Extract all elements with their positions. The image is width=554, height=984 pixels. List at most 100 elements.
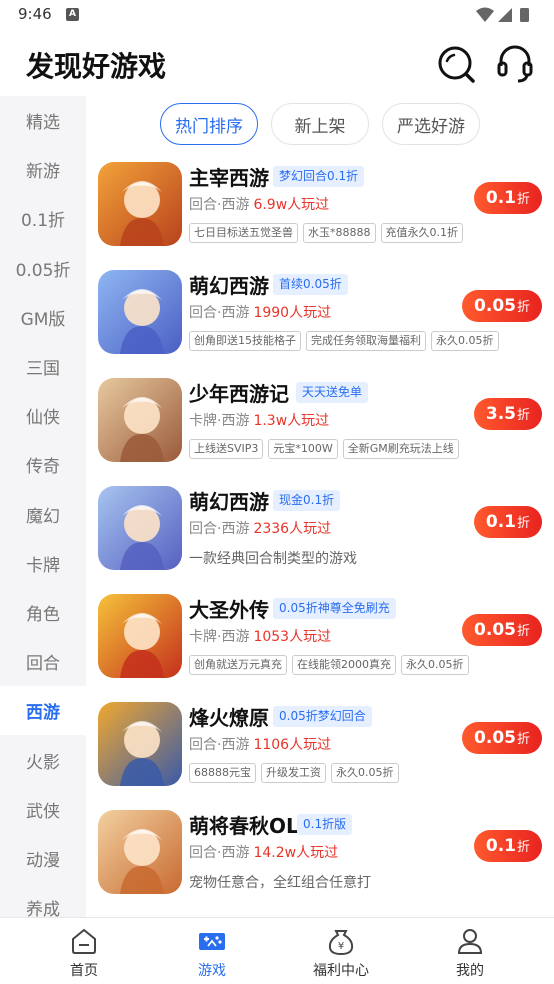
game-icon (98, 162, 182, 246)
game-players: 1990人玩过 (253, 305, 332, 321)
nav-mine[interactable]: 我的 (401, 918, 539, 984)
game-meta: 回合·西游 14.2w人玩过 (189, 842, 338, 862)
game-name: 少年西游记 (189, 382, 289, 406)
game-list-item[interactable]: 主宰西游 梦幻回合0.1折 回合·西游 6.9w人玩过 七日目标送五觉圣兽 水玉*8888… (86, 156, 554, 264)
discount-value: 3.5 (485, 404, 516, 424)
game-genre: 回合·西游 (189, 305, 250, 321)
game-promo-badge: 0.05折神尊全免刷充 (273, 598, 396, 619)
game-list-item[interactable]: 萌幻西游 首续0.05折 回合·西游 1990人玩过 创角即送15技能格子 完成任务领取海… (86, 264, 554, 372)
discount-value: 0.1 (485, 836, 516, 856)
category-sidebar: 精选 新游 0.1折 0.05折 GM版 三国 仙侠 传奇 魔幻 卡牌 角色 回合 西游 火影 武侠 动漫 养成 (0, 96, 86, 917)
game-name: 烽火燎原 (189, 706, 269, 730)
game-promo-badge: 首续0.05折 (273, 274, 348, 295)
game-genre: 回合·西游 (189, 521, 250, 537)
game-tags: 上线送SVIP3 元宝*100W 全新GM刷充玩法上线 (189, 439, 459, 459)
discount-unit: 折 (516, 408, 530, 423)
sidebar-category-item[interactable]: 仙侠 (0, 391, 86, 440)
game-icon (98, 378, 182, 462)
game-icon (98, 702, 182, 786)
wifi-icon (476, 7, 494, 22)
game-players: 1106人玩过 (253, 737, 332, 753)
sidebar-category-item[interactable]: 魔幻 (0, 490, 86, 539)
game-tag: 升级发工资 (261, 763, 326, 783)
game-meta: 回合·西游 2336人玩过 (189, 518, 331, 538)
sidebar-category-item[interactable]: 武侠 (0, 785, 86, 834)
discount-button[interactable]: 0.1折 (473, 182, 542, 214)
nav-games-label: 游戏 (198, 963, 226, 979)
discount-value: 0.1 (485, 188, 516, 208)
svg-text:¥: ¥ (338, 941, 344, 952)
game-players: 14.2w人玩过 (253, 845, 339, 861)
search-icon[interactable] (436, 44, 476, 84)
nav-welfare-label: 福利中心 (313, 963, 369, 979)
game-meta: 回合·西游 6.9w人玩过 (189, 194, 329, 214)
discount-button[interactable]: 0.1折 (473, 506, 542, 538)
sidebar-category-item[interactable]: 西游 (0, 686, 86, 736)
game-tag: 元宝*100W (268, 439, 338, 459)
discount-button[interactable]: 0.1折 (473, 830, 542, 862)
sidebar-category-item[interactable]: 传奇 (0, 440, 86, 489)
customer-service-icon[interactable] (496, 44, 534, 84)
sidebar-category-item[interactable]: 养成 (0, 883, 86, 917)
sidebar-category-item[interactable]: 回合 (0, 637, 86, 686)
home-icon (72, 928, 96, 954)
game-list-item[interactable]: 烽火燎原 0.05折梦幻回合 回合·西游 1106人玩过 68888元宝 升级发工资 永久0… (86, 696, 554, 804)
game-tag: 全新GM刷充玩法上线 (342, 439, 459, 459)
sidebar-category-item[interactable]: 火影 (0, 735, 86, 784)
discount-button[interactable]: 0.05折 (462, 722, 542, 754)
game-meta: 卡牌·西游 1.3w人玩过 (189, 410, 329, 430)
status-time: 9:46 (18, 5, 52, 23)
sidebar-category-item[interactable]: 0.1折 (0, 194, 86, 243)
game-tag: 七日目标送五觉圣兽 (189, 223, 298, 243)
sort-tabs: 热门排序 新上架 严选好游 (86, 96, 554, 156)
nav-welfare-center[interactable]: ¥ 福利中心 (272, 918, 410, 984)
game-meta: 卡牌·西游 1053人玩过 (189, 626, 331, 646)
game-promo-badge: 0.1折版 (297, 814, 353, 835)
game-tags: 创角即送15技能格子 完成任务领取海量福利 永久0.05折 (189, 331, 499, 351)
discount-button[interactable]: 0.05折 (462, 614, 542, 646)
discount-value: 0.05 (474, 296, 516, 316)
game-players: 1.3w人玩过 (253, 413, 330, 429)
game-genre: 卡牌·西游 (189, 413, 250, 429)
sidebar-category-item[interactable]: 0.05折 (0, 244, 86, 293)
game-list-item[interactable]: 萌将春秋OL 0.1折版 回合·西游 14.2w人玩过 宠物任意合，全红组合任意打 0.1… (86, 804, 554, 912)
game-list-item[interactable]: 大圣外传 0.05折神尊全免刷充 卡牌·西游 1053人玩过 创角就送万元真充 在线能领2… (86, 588, 554, 696)
game-name: 萌幻西游 (189, 274, 269, 298)
game-promo-badge: 天天送免单 (296, 382, 369, 403)
sidebar-category-item[interactable]: 精选 (0, 96, 86, 145)
game-genre: 回合·西游 (189, 197, 250, 213)
sidebar-category-item[interactable]: 角色 (0, 588, 86, 637)
game-list: 主宰西游 梦幻回合0.1折 回合·西游 6.9w人玩过 七日目标送五觉圣兽 水玉*8888… (86, 156, 554, 917)
sidebar-category-item[interactable]: 动漫 (0, 834, 86, 883)
sidebar-category-item[interactable]: 新游 (0, 145, 86, 194)
game-tags: 68888元宝 升级发工资 永久0.05折 (189, 763, 399, 783)
sidebar-category-item[interactable]: 卡牌 (0, 539, 86, 588)
game-tag: 永久0.05折 (331, 763, 399, 783)
nav-games[interactable]: 游戏 (143, 918, 281, 984)
game-tag: 创角即送15技能格子 (189, 331, 301, 351)
page-title: 发现好游戏 (26, 50, 167, 83)
discount-button[interactable]: 0.05折 (462, 290, 542, 322)
game-meta: 回合·西游 1990人玩过 (189, 302, 331, 322)
nav-home[interactable]: 首页 (15, 918, 153, 984)
game-list-item[interactable]: 少年西游记 天天送免单 卡牌·西游 1.3w人玩过 上线送SVIP3 元宝*100W 全新G… (86, 372, 554, 480)
game-meta: 回合·西游 1106人玩过 (189, 734, 331, 754)
tab-curated-games[interactable]: 严选好游 (382, 103, 480, 145)
game-list-item[interactable]: 萌幻西游 现金0.1折 回合·西游 2336人玩过 一款经典回合制类型的游戏 0.1折 (86, 480, 554, 588)
game-promo-badge: 梦幻回合0.1折 (273, 166, 365, 187)
discount-button[interactable]: 3.5折 (473, 398, 542, 430)
discount-unit: 折 (516, 192, 530, 207)
tab-hot-sort[interactable]: 热门排序 (160, 103, 258, 145)
game-tag: 68888元宝 (189, 763, 256, 783)
page-header: 发现好游戏 (0, 30, 554, 96)
discount-value: 0.05 (474, 620, 516, 640)
game-tag: 创角就送万元真充 (189, 655, 287, 675)
game-tag: 上线送SVIP3 (189, 439, 264, 459)
tab-new-arrivals[interactable]: 新上架 (271, 103, 369, 145)
sidebar-category-item[interactable]: 三国 (0, 342, 86, 391)
game-tag: 完成任务领取海量福利 (306, 331, 426, 351)
system-status-icons (476, 7, 529, 22)
game-name: 萌将春秋OL (189, 814, 299, 838)
sidebar-category-item[interactable]: GM版 (0, 293, 86, 342)
game-icon (98, 486, 182, 570)
